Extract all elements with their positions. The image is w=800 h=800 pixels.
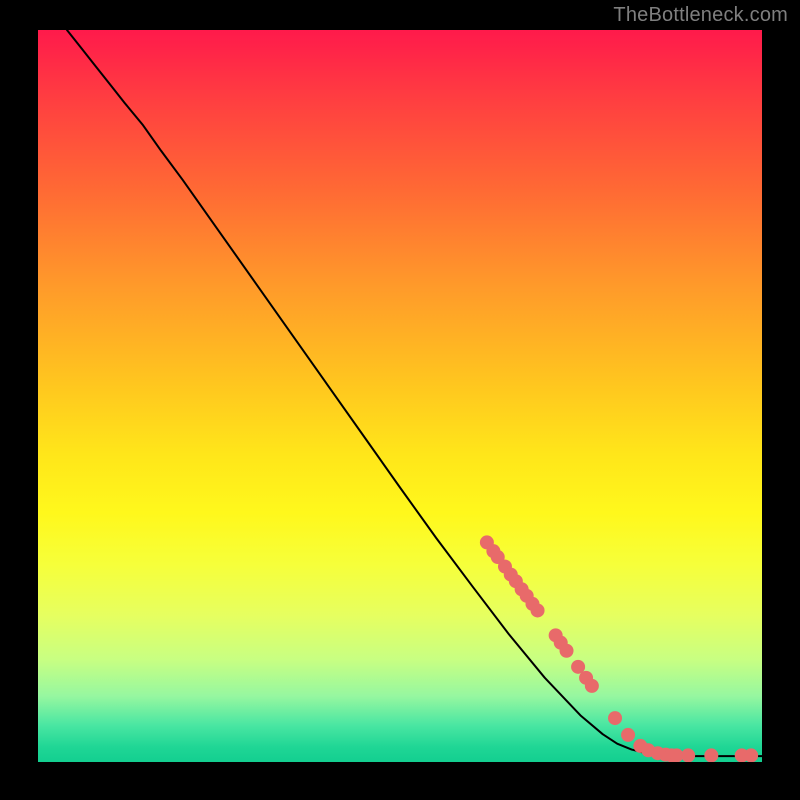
- chart-overlay: [38, 30, 762, 762]
- curve-line: [67, 30, 762, 756]
- plot-area: [38, 30, 762, 762]
- chart-container: TheBottleneck.com: [0, 0, 800, 800]
- attribution-label: TheBottleneck.com: [613, 4, 788, 27]
